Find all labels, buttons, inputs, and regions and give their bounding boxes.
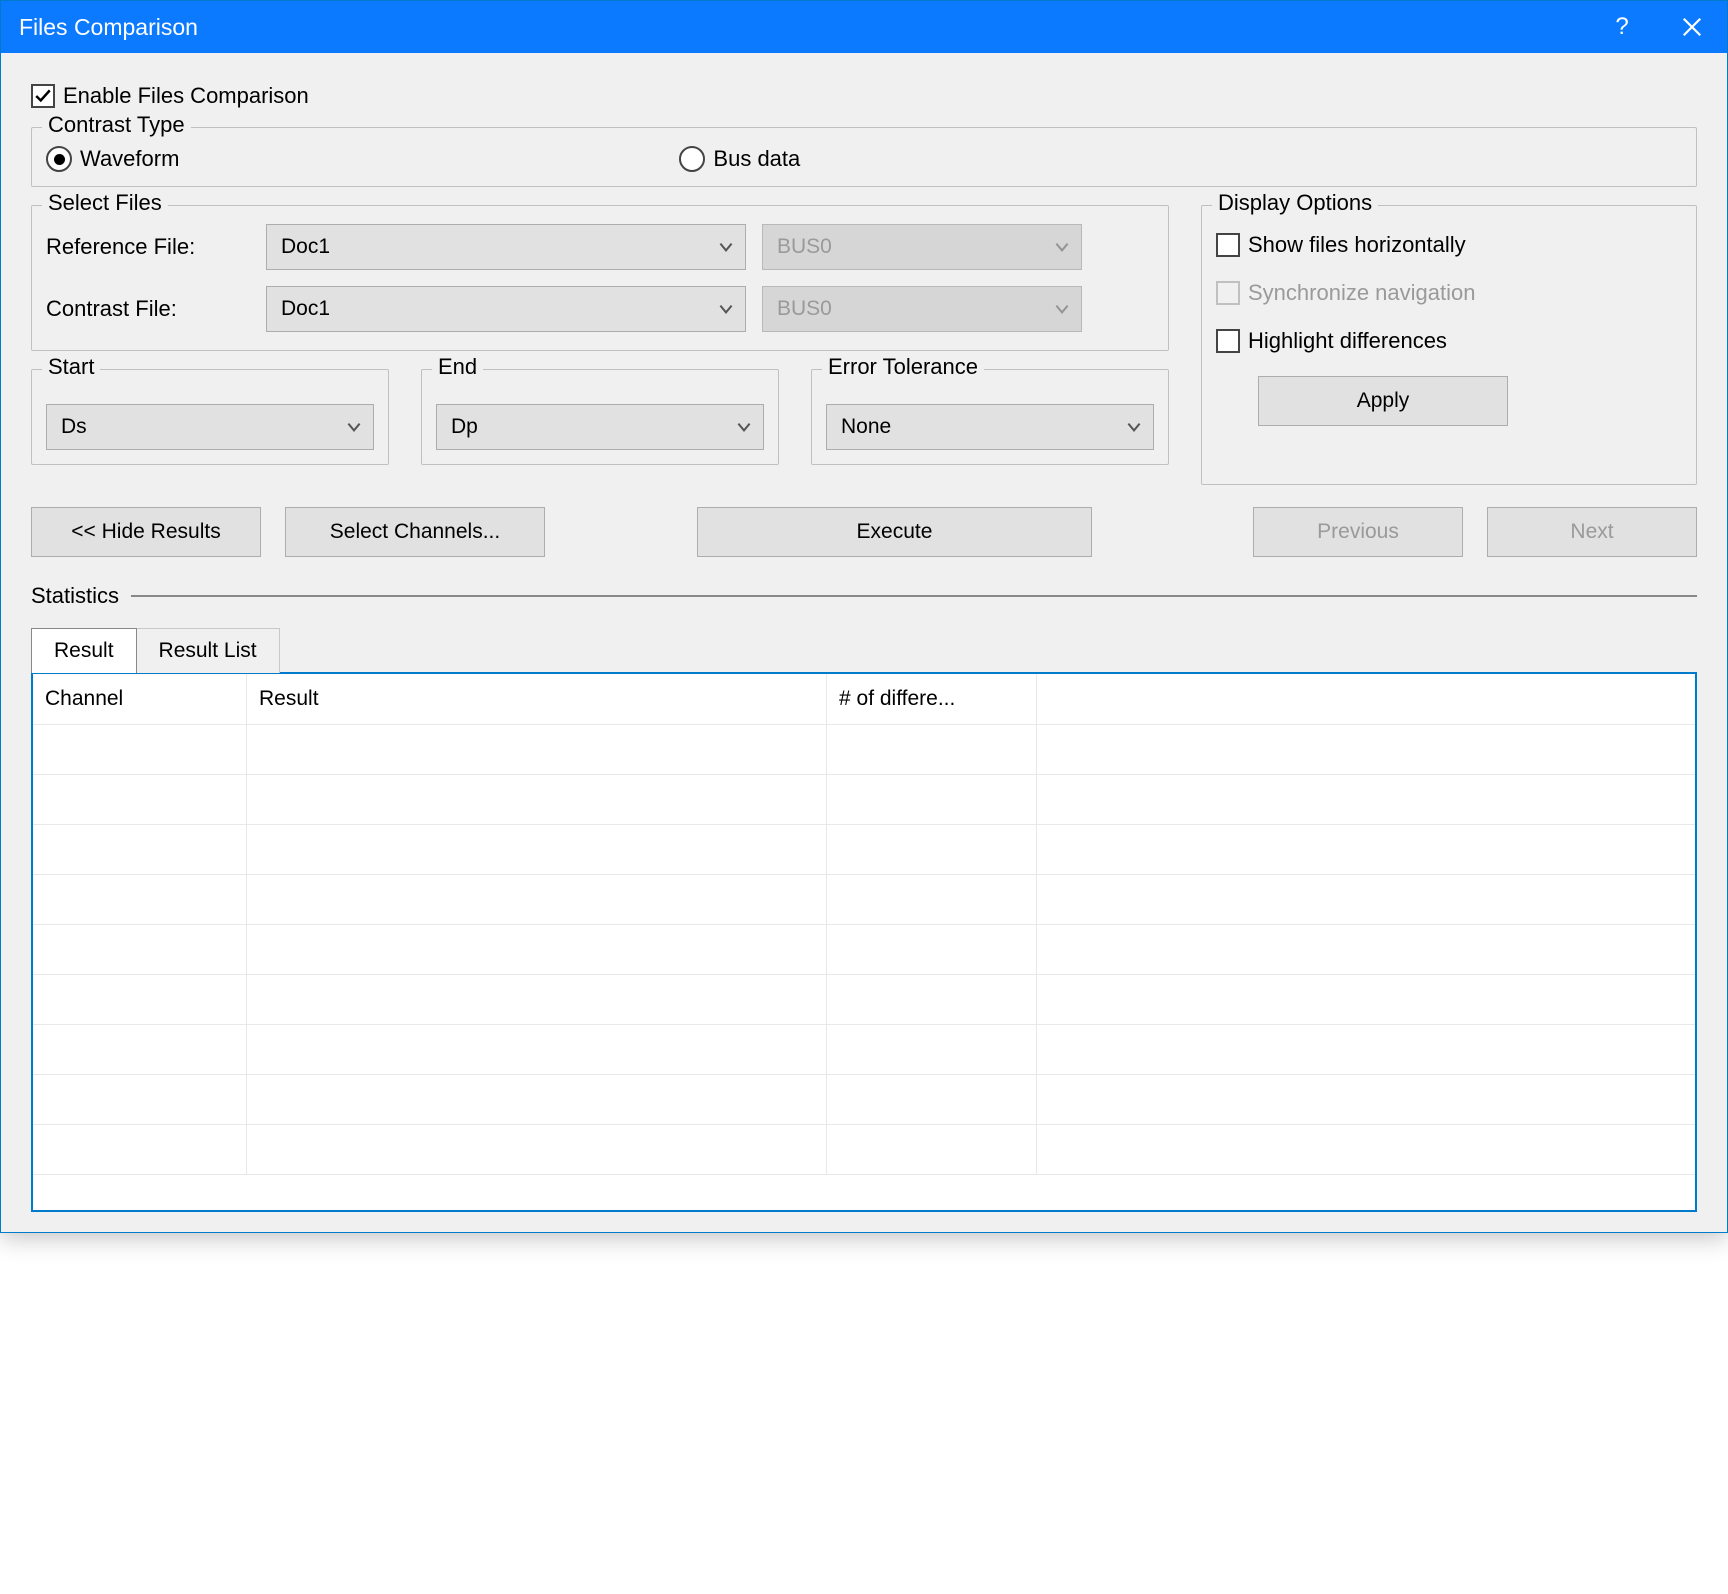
table-row bbox=[33, 1075, 1695, 1125]
contrast-file-select[interactable]: Doc1 bbox=[266, 286, 746, 332]
contrast-type-busdata-radio[interactable]: Bus data bbox=[679, 146, 800, 172]
table-header: Channel Result # of differe... bbox=[33, 674, 1695, 725]
previous-label: Previous bbox=[1317, 520, 1399, 544]
show-files-horizontally-checkbox[interactable] bbox=[1216, 233, 1240, 257]
results-table[interactable]: Channel Result # of differe... bbox=[31, 672, 1697, 1212]
select-channels-button[interactable]: Select Channels... bbox=[285, 507, 545, 557]
table-row bbox=[33, 1125, 1695, 1175]
start-legend: Start bbox=[42, 354, 100, 380]
radio-icon bbox=[679, 146, 705, 172]
check-icon bbox=[34, 87, 52, 105]
radio-label: Waveform bbox=[80, 146, 179, 172]
error-tolerance-group: Error Tolerance None bbox=[811, 369, 1169, 465]
hide-results-label: << Hide Results bbox=[71, 520, 220, 544]
close-button[interactable] bbox=[1657, 1, 1727, 53]
synchronize-navigation-label: Synchronize navigation bbox=[1248, 280, 1475, 306]
highlight-differences-label: Highlight differences bbox=[1248, 328, 1447, 354]
error-tolerance-select[interactable]: None bbox=[826, 404, 1154, 450]
synchronize-navigation-checkbox bbox=[1216, 281, 1240, 305]
close-icon bbox=[1681, 16, 1703, 38]
window-title: Files Comparison bbox=[19, 14, 1587, 41]
contrast-file-value: Doc1 bbox=[281, 297, 330, 321]
display-options-group: Display Options Show files horizontally … bbox=[1201, 205, 1697, 485]
chevron-down-icon bbox=[717, 238, 735, 256]
reference-file-value: Doc1 bbox=[281, 235, 330, 259]
next-label: Next bbox=[1570, 520, 1613, 544]
help-icon: ? bbox=[1615, 13, 1628, 41]
table-row bbox=[33, 775, 1695, 825]
execute-button[interactable]: Execute bbox=[697, 507, 1092, 557]
reference-bus-select: BUS0 bbox=[762, 224, 1082, 270]
contrast-type-group: Contrast Type Waveform Bus data bbox=[31, 127, 1697, 187]
show-files-horizontally-label: Show files horizontally bbox=[1248, 232, 1466, 258]
column-result[interactable]: Result bbox=[247, 674, 827, 724]
select-files-legend: Select Files bbox=[42, 190, 168, 216]
previous-button: Previous bbox=[1253, 507, 1463, 557]
error-tolerance-value: None bbox=[841, 415, 891, 439]
select-channels-label: Select Channels... bbox=[330, 520, 500, 544]
titlebar: Files Comparison ? bbox=[1, 1, 1727, 53]
end-legend: End bbox=[432, 354, 483, 380]
table-row bbox=[33, 725, 1695, 775]
end-value: Dp bbox=[451, 415, 478, 439]
table-row bbox=[33, 925, 1695, 975]
tab-result-label: Result bbox=[54, 639, 114, 662]
table-row bbox=[33, 875, 1695, 925]
column-ndiff[interactable]: # of differe... bbox=[827, 674, 1037, 724]
reference-file-label: Reference File: bbox=[46, 234, 266, 260]
radio-label: Bus data bbox=[713, 146, 800, 172]
divider bbox=[131, 595, 1697, 597]
error-tolerance-legend: Error Tolerance bbox=[822, 354, 984, 380]
chevron-down-icon bbox=[1125, 418, 1143, 436]
chevron-down-icon bbox=[1053, 238, 1071, 256]
end-group: End Dp bbox=[421, 369, 779, 465]
start-select[interactable]: Ds bbox=[46, 404, 374, 450]
apply-button[interactable]: Apply bbox=[1258, 376, 1508, 426]
display-options-legend: Display Options bbox=[1212, 190, 1378, 216]
column-empty bbox=[1037, 674, 1695, 724]
column-channel[interactable]: Channel bbox=[33, 674, 247, 724]
end-select[interactable]: Dp bbox=[436, 404, 764, 450]
chevron-down-icon bbox=[345, 418, 363, 436]
contrast-bus-value: BUS0 bbox=[777, 297, 832, 321]
radio-icon bbox=[46, 146, 72, 172]
table-row bbox=[33, 975, 1695, 1025]
enable-files-comparison-label: Enable Files Comparison bbox=[63, 83, 309, 109]
chevron-down-icon bbox=[735, 418, 753, 436]
tab-result[interactable]: Result bbox=[31, 628, 137, 673]
start-value: Ds bbox=[61, 415, 87, 439]
contrast-type-waveform-radio[interactable]: Waveform bbox=[46, 146, 179, 172]
contrast-bus-select: BUS0 bbox=[762, 286, 1082, 332]
tab-result-list-label: Result List bbox=[159, 639, 257, 662]
reference-file-select[interactable]: Doc1 bbox=[266, 224, 746, 270]
contrast-type-legend: Contrast Type bbox=[42, 112, 191, 138]
help-button[interactable]: ? bbox=[1587, 1, 1657, 53]
table-row bbox=[33, 1025, 1695, 1075]
reference-bus-value: BUS0 bbox=[777, 235, 832, 259]
contrast-file-label: Contrast File: bbox=[46, 296, 266, 322]
apply-button-label: Apply bbox=[1357, 389, 1410, 413]
hide-results-button[interactable]: << Hide Results bbox=[31, 507, 261, 557]
chevron-down-icon bbox=[717, 300, 735, 318]
select-files-group: Select Files Reference File: Doc1 BUS0 bbox=[31, 205, 1169, 351]
execute-label: Execute bbox=[857, 520, 933, 544]
highlight-differences-checkbox[interactable] bbox=[1216, 329, 1240, 353]
table-row bbox=[33, 825, 1695, 875]
statistics-label: Statistics bbox=[31, 583, 119, 609]
next-button: Next bbox=[1487, 507, 1697, 557]
start-group: Start Ds bbox=[31, 369, 389, 465]
chevron-down-icon bbox=[1053, 300, 1071, 318]
enable-files-comparison-checkbox[interactable] bbox=[31, 84, 55, 108]
tab-result-list[interactable]: Result List bbox=[137, 628, 280, 673]
